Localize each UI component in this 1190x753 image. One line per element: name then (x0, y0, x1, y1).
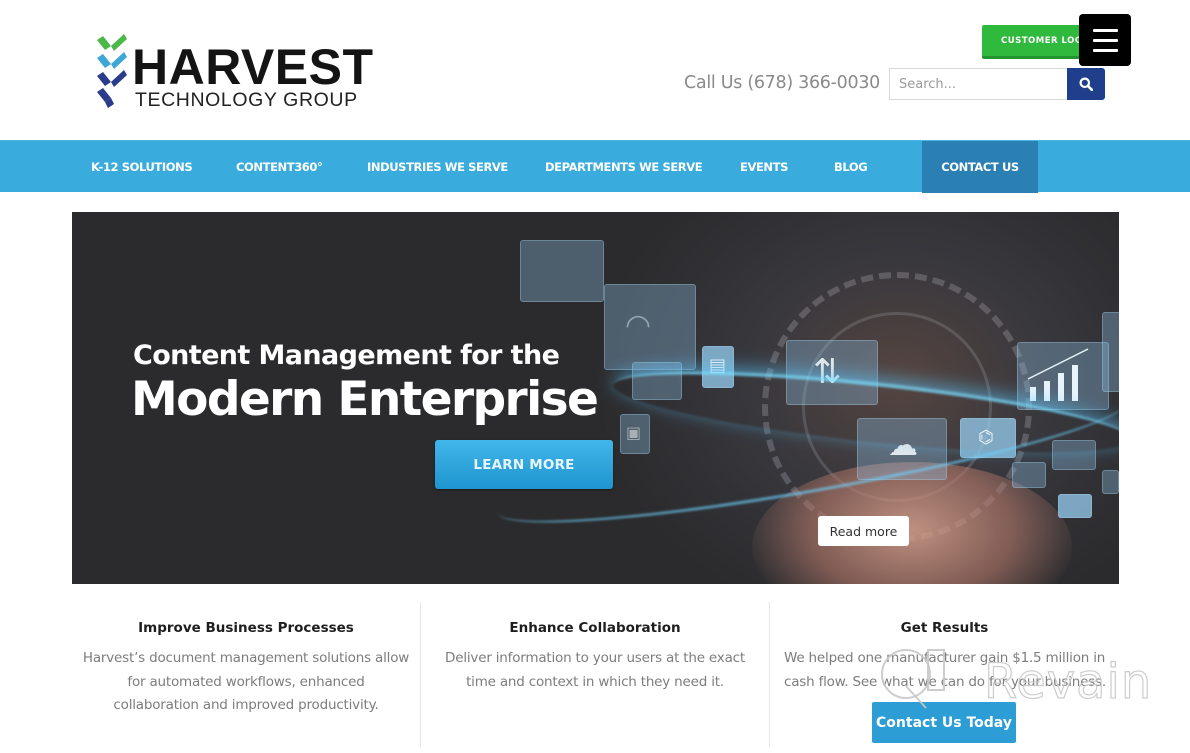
feature-title: Enhance Collaboration (509, 620, 681, 636)
features-section: Improve Business Processes Harvest’s doc… (72, 602, 1119, 753)
nav-item-departments[interactable]: DEPARTMENTS WE SERVE (545, 141, 703, 193)
feature-description: Harvest’s document management solutions … (72, 647, 420, 718)
nav-item-content360[interactable]: CONTENT360° (236, 141, 323, 193)
nav-item-k12-solutions[interactable]: K-12 SOLUTIONS (91, 141, 193, 193)
customer-login-button[interactable]: CUSTOMER LOGIN (982, 25, 1092, 59)
feature-line: time and context in which they need it. (466, 673, 724, 690)
hero-title-line2: Modern Enterprise (131, 372, 599, 427)
feature-title: Improve Business Processes (138, 620, 354, 636)
search-form (889, 68, 1105, 100)
feature-line: for automated workflows, enhanced (127, 673, 365, 690)
hero-banner: ◠ ▤ ▣ ⇅ ☁ ⌬ Content Management for the M… (72, 212, 1119, 584)
wheat-chevron-logo-icon (97, 34, 127, 108)
feature-line: Harvest’s document management solutions … (82, 650, 410, 666)
chart-icon (520, 240, 604, 302)
hamburger-menu-button[interactable] (1079, 14, 1131, 66)
hero-title-line1: Content Management for the (133, 340, 560, 371)
feature-line: Deliver information to your users at the… (445, 650, 745, 666)
wifi-icon: ◠ (604, 284, 696, 370)
feature-line: collaboration and improved productivity. (113, 697, 379, 713)
phone-number[interactable]: Call Us (678) 366-0030 (684, 73, 880, 93)
hamburger-menu-icon (1092, 38, 1118, 42)
hero-tile (1012, 462, 1046, 488)
feature-description: We helped one manufacturer gain $1.5 mil… (784, 647, 1119, 694)
nav-item-contact-us[interactable]: CONTACT US (922, 141, 1038, 193)
feature-enhance-collaboration: Enhance Collaboration Deliver informatio… (420, 602, 769, 747)
feature-line: We helped one manufacturer gain $1.5 mil… (784, 650, 1106, 666)
nav-item-industries[interactable]: INDUSTRIES WE SERVE (367, 141, 508, 193)
feature-description: Deliver information to your users at the… (421, 647, 769, 694)
learn-more-button[interactable]: LEARN MORE (435, 440, 613, 489)
feature-line: cash flow. See what we can do for your b… (784, 673, 1106, 690)
hero-tile (1102, 312, 1119, 392)
contact-us-today-button[interactable]: Contact Us Today (872, 702, 1016, 743)
feature-title: Get Results (900, 620, 989, 636)
devices-icon: ▣ (620, 414, 650, 454)
search-input[interactable] (889, 68, 1068, 100)
hero-tile (1102, 470, 1119, 494)
logo-subtitle: TECHNOLOGY GROUP (135, 89, 358, 111)
harvest-logo[interactable]: HARVEST TECHNOLOGY GROUP (94, 30, 384, 110)
hamburger-menu-icon (1092, 28, 1118, 32)
feature-improve-business: Improve Business Processes Harvest’s doc… (72, 602, 420, 747)
main-navigation: K-12 SOLUTIONS CONTENT360° INDUSTRIES WE… (0, 140, 1190, 193)
hero-tile (1058, 494, 1092, 518)
site-header: HARVEST TECHNOLOGY GROUP Call Us (678) 3… (0, 0, 1190, 140)
search-button[interactable] (1067, 68, 1105, 100)
nav-item-blog[interactable]: BLOG (834, 141, 868, 193)
nav-item-events[interactable]: EVENTS (740, 141, 788, 193)
read-more-button[interactable]: Read more (818, 516, 909, 546)
search-icon (1079, 77, 1093, 91)
hamburger-menu-icon (1092, 48, 1118, 52)
logo-wordmark: HARVEST (132, 39, 374, 95)
